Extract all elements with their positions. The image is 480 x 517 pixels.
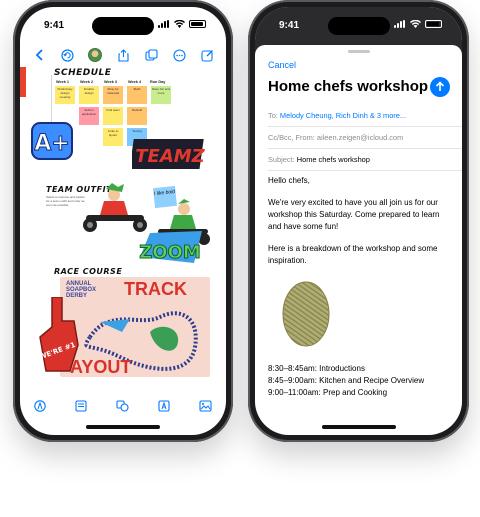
phone-mail: 9:41 Cancel Home chefs workshop To: Melo… bbox=[248, 0, 469, 442]
pasta-nest-image[interactable] bbox=[280, 279, 332, 349]
cellular-signal-icon bbox=[394, 20, 406, 28]
cc-bcc-from-field[interactable]: Cc/Bcc, From: aileen.zeigen@icloud.com bbox=[268, 127, 462, 149]
schedule-item: 8:45–9:00am: Kitchen and Recipe Overview bbox=[268, 376, 425, 385]
sticky-note[interactable]: Finalize design bbox=[79, 86, 99, 104]
from-address[interactable]: aileen.zeigen@icloud.com bbox=[317, 133, 403, 142]
to-field[interactable]: To: Melody Cheung, Rich Dinh & 3 more... bbox=[268, 105, 462, 127]
sticky-note[interactable]: Rebuild bbox=[127, 107, 147, 125]
subject-label: Subject: bbox=[268, 155, 295, 164]
media-tool-icon[interactable] bbox=[199, 399, 212, 415]
schedule-item: 8:30–8:45am: Introductions bbox=[268, 364, 365, 373]
foam-finger-illustration[interactable]: WE'RE #1 bbox=[36, 297, 82, 375]
sticky-note[interactable]: Submit application bbox=[79, 107, 99, 125]
subject-value[interactable]: Home chefs workshop bbox=[297, 155, 370, 164]
wifi-icon bbox=[174, 20, 185, 28]
sticky-note[interactable]: Shop for materials bbox=[103, 86, 123, 104]
workshop-schedule: 8:30–8:45am: Introductions 8:45–9:00am: … bbox=[268, 363, 450, 399]
sticky-note[interactable]: Invite to layout bbox=[103, 128, 123, 146]
cancel-button[interactable]: Cancel bbox=[268, 60, 296, 70]
body-paragraph: We're very excited to have you all join … bbox=[268, 198, 440, 231]
sticky-note[interactable]: Find team bbox=[103, 107, 123, 125]
sticky-note[interactable]: Preliminary design meeting bbox=[55, 86, 75, 104]
compose-subject-heading: Home chefs workshop bbox=[268, 78, 429, 95]
body-paragraph: Here is a breakdown of the workshop and … bbox=[268, 244, 438, 265]
schedule-item: 9:00–11:00am: Prep and Cooking bbox=[268, 388, 388, 397]
to-label: To: bbox=[268, 111, 278, 120]
compose-sheet: Cancel Home chefs workshop To: Melody Ch… bbox=[255, 45, 462, 435]
freeform-canvas[interactable]: SCHEDULE Week 1 Week 2 Week 3 Week 4 Run… bbox=[20, 67, 226, 389]
track-word: TRACK bbox=[124, 279, 187, 299]
week-header: Run Day bbox=[150, 80, 166, 84]
to-recipients[interactable]: Melody Cheung, Rich Dinh & 3 more... bbox=[280, 111, 406, 120]
text-box-tool-icon[interactable] bbox=[158, 399, 170, 415]
cc-bcc-from-label: Cc/Bcc, From: bbox=[268, 133, 315, 142]
stage: 9:41 SCHEDULE Week 1 Week 2 Week 3 Week … bbox=[0, 0, 480, 517]
shapes-tool-icon[interactable] bbox=[116, 399, 129, 415]
home-indicator bbox=[321, 425, 396, 429]
send-button[interactable] bbox=[430, 77, 450, 97]
arrow-up-icon bbox=[435, 81, 445, 91]
svg-text:ZOOM: ZOOM bbox=[139, 242, 201, 263]
week-header: Week 4 bbox=[128, 80, 142, 84]
red-accent-bar bbox=[20, 67, 26, 97]
week-header: Week 2 bbox=[80, 80, 94, 84]
freeform-screen: 9:41 SCHEDULE Week 1 Week 2 Week 3 Week … bbox=[20, 7, 226, 435]
message-body[interactable]: Hello chefs, We're very excited to have … bbox=[268, 175, 450, 399]
home-indicator bbox=[86, 425, 160, 429]
zoom-sticker[interactable]: ZOOM bbox=[136, 227, 204, 269]
duplicate-boards-icon[interactable] bbox=[144, 48, 158, 62]
svg-text:A+: A+ bbox=[34, 131, 69, 156]
greeting: Hello chefs, bbox=[268, 176, 310, 185]
battery-icon bbox=[189, 20, 206, 28]
battery-icon bbox=[425, 20, 442, 28]
status-time: 9:41 bbox=[44, 20, 65, 31]
svg-text:TEAMZ: TEAMZ bbox=[135, 146, 205, 167]
status-time: 9:41 bbox=[279, 20, 300, 31]
week-header: Week 3 bbox=[104, 80, 118, 84]
sticky-note-tool-icon[interactable] bbox=[75, 399, 87, 415]
wifi-icon bbox=[410, 20, 421, 28]
sticky-note[interactable]: Build bbox=[127, 86, 147, 104]
schedule-heading: SCHEDULE bbox=[54, 68, 112, 78]
dynamic-island bbox=[327, 17, 390, 35]
cellular-signal-icon bbox=[158, 20, 170, 28]
status-icons bbox=[394, 20, 442, 28]
freeform-bottom-toolbar bbox=[20, 397, 226, 417]
freeform-toolbar bbox=[20, 45, 226, 65]
pen-tool-icon[interactable] bbox=[34, 399, 47, 415]
subject-field[interactable]: Subject: Home chefs workshop bbox=[268, 149, 462, 171]
team-sticker[interactable]: TEAMZ bbox=[132, 137, 206, 171]
dynamic-island bbox=[92, 17, 154, 35]
sheet-grabber[interactable] bbox=[347, 50, 370, 53]
collaborator-avatar[interactable] bbox=[88, 48, 102, 62]
undo-icon[interactable] bbox=[60, 48, 74, 62]
phone-freeform: 9:41 SCHEDULE Week 1 Week 2 Week 3 Week … bbox=[13, 0, 233, 442]
status-icons bbox=[158, 20, 206, 28]
a-plus-sticker[interactable]: A+ bbox=[30, 121, 74, 161]
race-course-heading: RACE COURSE bbox=[54, 267, 123, 276]
share-icon[interactable] bbox=[116, 48, 130, 62]
compose-icon[interactable] bbox=[200, 48, 214, 62]
week-header: Week 1 bbox=[56, 80, 70, 84]
sticky-note[interactable]: Race fun and more bbox=[151, 86, 171, 104]
more-options-icon[interactable] bbox=[172, 48, 186, 62]
back-chevron-icon[interactable] bbox=[32, 48, 46, 62]
mail-screen: 9:41 Cancel Home chefs workshop To: Melo… bbox=[255, 7, 462, 435]
